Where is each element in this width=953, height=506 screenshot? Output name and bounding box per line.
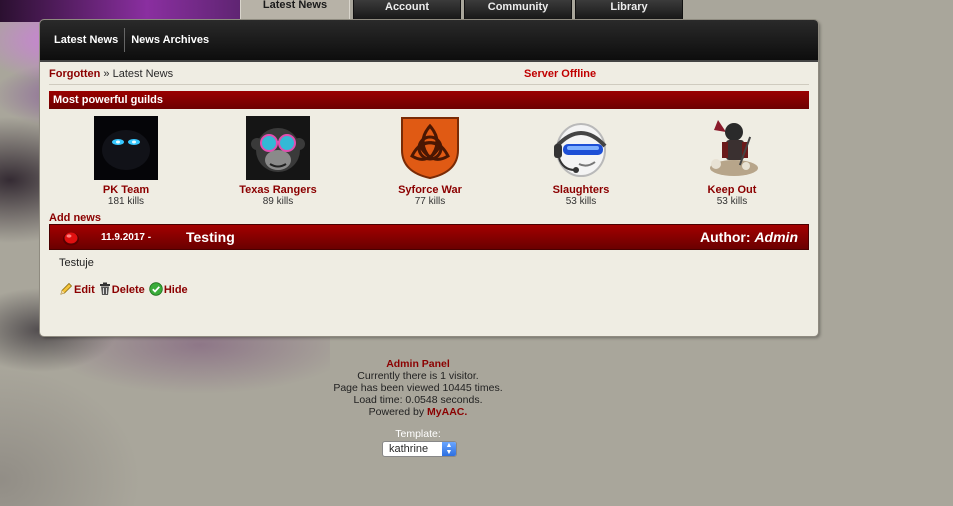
guild-kills: 89 kills xyxy=(262,196,294,207)
edit-news-button[interactable]: Edit xyxy=(59,282,95,296)
news-author-label: Author: xyxy=(700,229,751,245)
breadcrumb-row: Forgotten » Latest News Server Offline xyxy=(49,66,809,82)
delete-news-button[interactable]: Delete xyxy=(99,282,145,296)
guild-kills: 53 kills xyxy=(565,196,597,207)
template-select-value: kathrine xyxy=(389,443,429,455)
trash-icon xyxy=(99,282,110,295)
guild-name: Syforce War xyxy=(398,184,462,196)
breadcrumb: Forgotten » Latest News xyxy=(49,68,173,80)
tab-account[interactable]: Account xyxy=(353,0,461,20)
guild-kills: 181 kills xyxy=(107,196,145,207)
news-header: 11.9.2017 - Testing Author: Admin xyxy=(49,224,809,250)
footer: Admin Panel Currently there is 1 visitor… xyxy=(0,358,836,418)
content-area: Forgotten » Latest News Server Offline M… xyxy=(49,66,809,296)
dark-creature-icon xyxy=(94,116,158,180)
guild-kills: 53 kills xyxy=(716,196,748,207)
powered-by-label: Powered by xyxy=(368,406,425,418)
news-bullet-icon xyxy=(63,232,79,246)
server-status: Server Offline xyxy=(524,68,597,80)
news-actions: Edit Delete Hide xyxy=(59,282,192,296)
powered-by: Powered by MyAAC. xyxy=(0,406,836,418)
myaac-link[interactable]: MyAAC. xyxy=(427,406,467,418)
hide-news-button[interactable]: Hide xyxy=(149,282,188,296)
guilds-list: PK Team 181 kills Texas Rangers 89 kills… xyxy=(49,116,809,208)
subnav-news-archives[interactable]: News Archives xyxy=(125,28,215,52)
headset-mascot-icon xyxy=(554,123,607,177)
news-title: Testing xyxy=(186,229,235,245)
edit-label: Edit xyxy=(74,284,95,296)
guild-name: Texas Rangers xyxy=(239,184,317,196)
guilds-section-title: Most powerful guilds xyxy=(49,91,809,109)
tab-community[interactable]: Community xyxy=(464,0,572,20)
breadcrumb-separator: » xyxy=(103,68,110,80)
breadcrumb-current: Latest News xyxy=(112,68,174,80)
guild-card-keep-out[interactable]: Keep Out 53 kills xyxy=(662,116,802,207)
sub-navigation: Latest News News Archives xyxy=(40,20,818,62)
skeleton-warrior-icon xyxy=(710,120,758,176)
delete-label: Delete xyxy=(111,284,145,296)
guild-card-texas-rangers[interactable]: Texas Rangers 89 kills xyxy=(208,116,348,207)
checkmark-icon xyxy=(149,282,163,296)
template-select[interactable]: kathrine ▲ ▼ xyxy=(382,441,457,457)
tab-latest-news[interactable]: Latest News xyxy=(240,0,350,21)
guild-card-syforce-war[interactable]: Syforce War 77 kills xyxy=(360,116,500,207)
background-art-top xyxy=(0,0,245,22)
guild-card-slaughters[interactable]: Slaughters 53 kills xyxy=(511,116,651,207)
top-tabs: Latest News Account Community Library xyxy=(240,0,686,21)
select-arrows-icon: ▲ ▼ xyxy=(442,442,456,456)
guild-kills: 77 kills xyxy=(414,196,446,207)
news-body: Testuje xyxy=(59,257,94,269)
tab-library[interactable]: Library xyxy=(575,0,683,20)
add-news-link[interactable]: Add news xyxy=(49,212,101,224)
guild-name: PK Team xyxy=(102,184,150,196)
pencil-icon xyxy=(60,282,73,295)
subnav-latest-news[interactable]: Latest News xyxy=(48,28,124,52)
celtic-knot-shield-icon xyxy=(401,117,459,180)
load-time: Load time: 0.0548 seconds. xyxy=(353,394,483,406)
news-author-name: Admin xyxy=(754,229,798,245)
visitor-count: Currently there is 1 visitor. xyxy=(357,370,479,382)
news-author: Author: Admin xyxy=(700,229,798,245)
divider xyxy=(49,84,809,85)
breadcrumb-root-link[interactable]: Forgotten xyxy=(49,68,100,80)
hide-label: Hide xyxy=(163,284,188,296)
guild-name: Keep Out xyxy=(707,184,757,196)
main-panel: Latest News News Archives Forgotten » La… xyxy=(40,20,818,336)
guild-card-pk-team[interactable]: PK Team 181 kills xyxy=(56,116,196,207)
monkey-with-glasses-icon xyxy=(246,116,310,180)
admin-panel-link[interactable]: Admin Panel xyxy=(0,358,836,370)
news-date: 11.9.2017 - xyxy=(101,232,152,243)
page-views: Page has been viewed 10445 times. xyxy=(333,382,503,394)
guild-name: Slaughters xyxy=(552,184,610,196)
template-label: Template: xyxy=(395,428,441,440)
